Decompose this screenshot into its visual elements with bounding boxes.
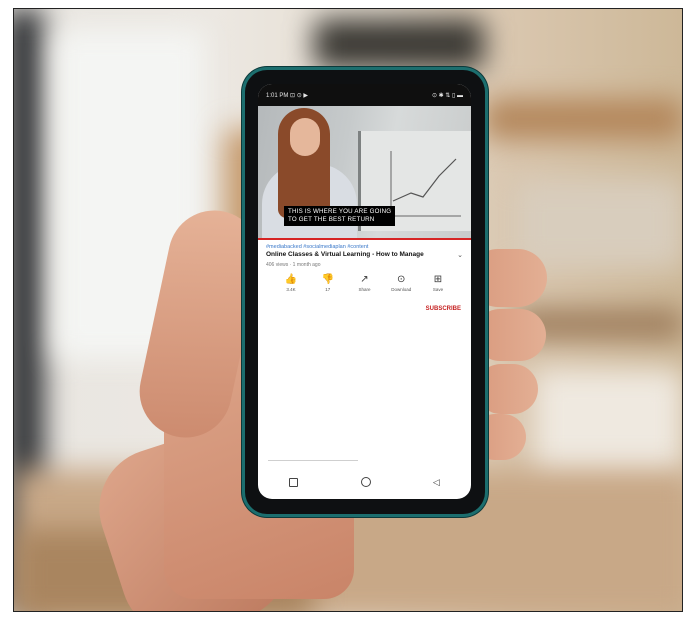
like-button[interactable]: 👍 3.4K (278, 274, 304, 292)
action-bar: 👍 3.4K 👎 17 ↗ Share ⊙ Download ⊞ Save (266, 274, 463, 292)
video-caption: THIS IS WHERE YOU ARE GOING TO GET THE B… (284, 206, 396, 226)
action-label: 3.4K (286, 287, 296, 292)
video-hashtags[interactable]: #mediabacked #socialmediaplan #content (266, 244, 463, 251)
smartphone: 1:01 PM ⊡ ⊙ ▶ ⊙ ✱ ⇅ ▯ ▬ THIS IS WHERE YO… (245, 70, 485, 514)
chevron-down-icon[interactable]: ⌄ (457, 251, 463, 259)
hand-finger (476, 364, 538, 414)
android-nav-bar: ◁ (258, 465, 471, 499)
status-right: ⊙ ✱ ⇅ ▯ ▬ (431, 92, 463, 99)
share-button[interactable]: ↗ Share (352, 274, 378, 292)
recent-apps-icon[interactable] (289, 477, 299, 487)
action-label: Save (432, 287, 444, 292)
action-label: Share (358, 287, 371, 292)
video-player[interactable]: THIS IS WHERE YOU ARE GOING TO GET THE B… (258, 106, 471, 238)
action-label: 17 (325, 287, 331, 292)
thumbs-up-icon: 👍 (284, 274, 298, 285)
phone-screen: 1:01 PM ⊡ ⊙ ▶ ⊙ ✱ ⇅ ▯ ▬ THIS IS WHERE YO… (258, 84, 471, 499)
video-title: Online Classes & Virtual Learning - How … (266, 251, 424, 258)
action-label: Download (391, 287, 412, 292)
status-left: 1:01 PM ⊡ ⊙ ▶ (266, 92, 309, 99)
background-shelf (484, 99, 682, 139)
dislike-button[interactable]: 👎 17 (315, 274, 341, 292)
home-icon[interactable] (360, 477, 371, 487)
presenter-face (290, 118, 320, 156)
caption-line: TO GET THE BEST RETURN (288, 216, 375, 223)
title-row: Online Classes & Virtual Learning - How … (266, 251, 463, 259)
status-bar: 1:01 PM ⊡ ⊙ ▶ ⊙ ✱ ⇅ ▯ ▬ (258, 84, 471, 106)
download-button[interactable]: ⊙ Download (388, 274, 414, 292)
background-shelf-top (314, 19, 484, 69)
video-info: #mediabacked #socialmediaplan #content O… (258, 240, 471, 312)
save-button[interactable]: ⊞ Save (425, 274, 451, 292)
back-icon[interactable]: ◁ (433, 477, 440, 488)
subscribe-button[interactable]: SUBSCRIBE (266, 306, 463, 312)
caption-line: THIS IS WHERE YOU ARE GOING (288, 208, 392, 215)
download-icon: ⊙ (397, 274, 406, 285)
background-shelf (514, 179, 682, 269)
share-icon: ↗ (360, 274, 369, 285)
scroll-indicator (268, 460, 358, 461)
save-icon: ⊞ (433, 274, 443, 285)
video-views: 406 views · 1 month ago (266, 262, 321, 268)
thumbs-down-icon: 👎 (321, 274, 334, 285)
